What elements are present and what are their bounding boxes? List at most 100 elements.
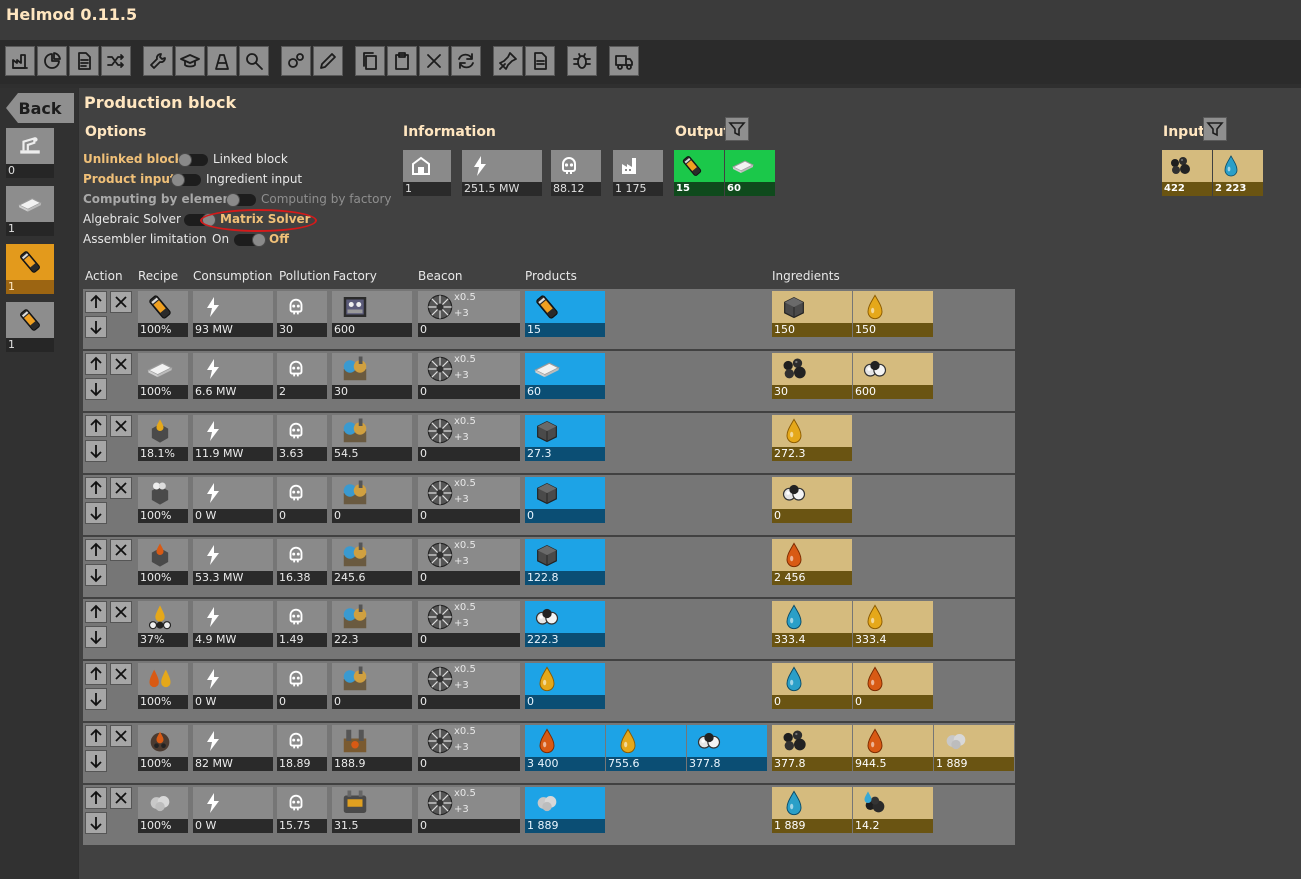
back-button[interactable]: Back bbox=[6, 93, 74, 123]
sidebar-block-2[interactable] bbox=[6, 244, 54, 280]
input-filter-button[interactable] bbox=[1203, 117, 1227, 141]
pollution-value: 3.63 bbox=[277, 447, 327, 461]
information-cell: 88.12 bbox=[551, 150, 601, 196]
limitation-off-label: Off bbox=[269, 232, 289, 246]
toolbar-refresh-button[interactable] bbox=[451, 46, 481, 76]
output-item[interactable]: 60 bbox=[725, 150, 775, 196]
factory-count: 0 bbox=[332, 509, 412, 523]
summary-icon bbox=[530, 51, 550, 71]
move-down-button[interactable] bbox=[85, 440, 107, 462]
sidebar-block-0[interactable] bbox=[6, 128, 54, 164]
toolbar-summary-button[interactable] bbox=[525, 46, 555, 76]
arrow-down-icon bbox=[90, 755, 102, 769]
col-header-consumption: Consumption bbox=[193, 269, 273, 283]
move-up-button[interactable] bbox=[85, 539, 107, 561]
recipe-percent: 100% bbox=[138, 571, 188, 585]
sidebar-block-1[interactable] bbox=[6, 186, 54, 222]
move-down-button[interactable] bbox=[85, 564, 107, 586]
toolbar-shuffle-button[interactable] bbox=[101, 46, 131, 76]
refresh-icon bbox=[456, 51, 476, 71]
toolbar-close-button[interactable] bbox=[419, 46, 449, 76]
remove-button[interactable] bbox=[110, 477, 132, 499]
sidebar-block-3[interactable] bbox=[6, 302, 54, 338]
beacon-modules: +3 bbox=[454, 680, 469, 691]
toolbar-bug-button[interactable] bbox=[567, 46, 597, 76]
copy-icon bbox=[360, 51, 380, 71]
computing-mode-toggle[interactable] bbox=[226, 193, 256, 207]
move-down-button[interactable] bbox=[85, 750, 107, 772]
move-down-button[interactable] bbox=[85, 812, 107, 834]
consumption-value: 11.9 MW bbox=[193, 447, 273, 461]
remove-button[interactable] bbox=[110, 663, 132, 685]
chemical-plant-icon bbox=[340, 602, 370, 632]
remove-button[interactable] bbox=[110, 601, 132, 623]
remove-button[interactable] bbox=[110, 353, 132, 375]
output-item[interactable]: 15 bbox=[674, 150, 724, 196]
move-down-button[interactable] bbox=[85, 378, 107, 400]
toolbar-pin-button[interactable] bbox=[493, 46, 523, 76]
factory-chart-icon bbox=[10, 51, 30, 71]
toolbar-graduation-cap-button[interactable] bbox=[175, 46, 205, 76]
toolbar-factory-chart-button[interactable] bbox=[5, 46, 35, 76]
move-up-button[interactable] bbox=[85, 353, 107, 375]
move-up-button[interactable] bbox=[85, 601, 107, 623]
arrow-down-icon bbox=[90, 321, 102, 335]
block-icon bbox=[409, 154, 433, 178]
pollution-icon bbox=[557, 154, 581, 178]
toolbar-wrench-button[interactable] bbox=[143, 46, 173, 76]
factory-count: 0 bbox=[332, 695, 412, 709]
paste-icon bbox=[392, 51, 412, 71]
close-icon bbox=[424, 51, 444, 71]
remove-button[interactable] bbox=[110, 725, 132, 747]
toolbar-document-button[interactable] bbox=[69, 46, 99, 76]
move-down-button[interactable] bbox=[85, 316, 107, 338]
solid-fuel-light-icon bbox=[146, 417, 174, 445]
pollution-value: 0 bbox=[277, 509, 327, 523]
petroleum-gas-icon bbox=[533, 603, 561, 631]
plastic-bar-icon bbox=[731, 154, 755, 178]
sidebar-block-count: 1 bbox=[6, 338, 54, 352]
rocket-fuel-icon bbox=[533, 293, 561, 321]
toolbar-truck-button[interactable] bbox=[609, 46, 639, 76]
ingredient-value: 1 889 bbox=[934, 757, 1014, 771]
col-header-products: Products bbox=[525, 269, 577, 283]
pollution-icon bbox=[285, 296, 307, 318]
move-up-button[interactable] bbox=[85, 787, 107, 809]
linked-toggle[interactable] bbox=[178, 153, 208, 167]
toolbar-pencil-button[interactable] bbox=[313, 46, 343, 76]
move-up-button[interactable] bbox=[85, 291, 107, 313]
move-down-button[interactable] bbox=[85, 502, 107, 524]
move-up-button[interactable] bbox=[85, 663, 107, 685]
toolbar-pie-chart-button[interactable] bbox=[37, 46, 67, 76]
toolbar-search-button[interactable] bbox=[239, 46, 269, 76]
sidebar-block-count: 1 bbox=[6, 280, 54, 294]
input-item[interactable]: 2 223 bbox=[1213, 150, 1263, 196]
move-up-button[interactable] bbox=[85, 477, 107, 499]
move-up-button[interactable] bbox=[85, 725, 107, 747]
energy-icon bbox=[201, 791, 225, 815]
toolbar-chemical-factory-button[interactable] bbox=[207, 46, 237, 76]
move-up-button[interactable] bbox=[85, 415, 107, 437]
information-cell-value: 1 175 bbox=[613, 182, 663, 196]
toolbar-gears-button[interactable] bbox=[281, 46, 311, 76]
output-filter-button[interactable] bbox=[725, 117, 749, 141]
remove-button[interactable] bbox=[110, 291, 132, 313]
input-item[interactable]: 422 bbox=[1162, 150, 1212, 196]
assembler-limitation-toggle[interactable] bbox=[234, 233, 266, 247]
toolbar-copy-button[interactable] bbox=[355, 46, 385, 76]
remove-button[interactable] bbox=[110, 415, 132, 437]
toolbar-paste-button[interactable] bbox=[387, 46, 417, 76]
input-mode-toggle[interactable] bbox=[171, 173, 201, 187]
col-header-pollution: Pollution bbox=[279, 269, 331, 283]
ingredient-value: 333.4 bbox=[772, 633, 852, 647]
beacon-multiplier: x0.5 bbox=[454, 726, 476, 737]
recipe-percent: 100% bbox=[138, 385, 188, 399]
move-down-button[interactable] bbox=[85, 688, 107, 710]
remove-button[interactable] bbox=[110, 539, 132, 561]
remove-button[interactable] bbox=[110, 787, 132, 809]
petroleum-gas-icon bbox=[780, 479, 808, 507]
petroleum-gas-icon bbox=[695, 727, 723, 755]
energy-icon bbox=[201, 543, 225, 567]
energy-icon bbox=[201, 357, 225, 381]
move-down-button[interactable] bbox=[85, 626, 107, 648]
